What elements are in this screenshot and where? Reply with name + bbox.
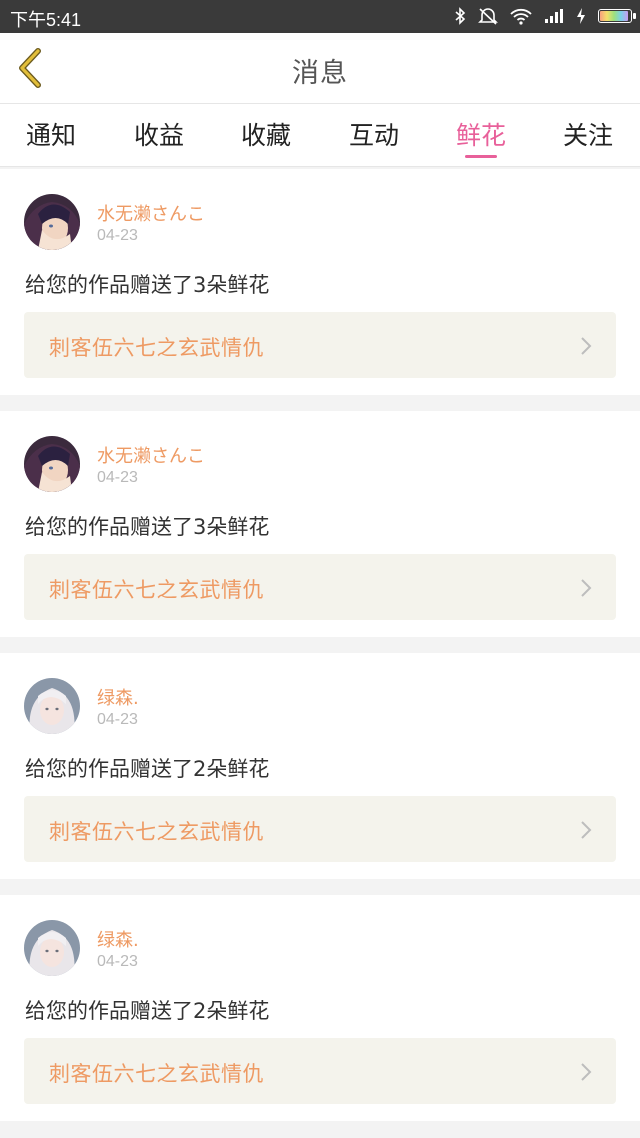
charging-icon xyxy=(577,8,585,24)
user-name[interactable]: 绿森. xyxy=(97,684,139,710)
page-title: 消息 xyxy=(292,58,348,89)
wifi-icon xyxy=(510,8,532,25)
work-title: 刺客伍六七之玄武情仇 xyxy=(49,1062,264,1086)
message-text: 给您的作品赠送了2朵鲜花 xyxy=(25,999,270,1023)
work-title: 刺客伍六七之玄武情仇 xyxy=(49,820,264,844)
message-text: 给您的作品赠送了2朵鲜花 xyxy=(25,757,270,781)
status-bar: 下午5:41 xyxy=(0,0,640,33)
status-icons xyxy=(454,6,636,26)
work-link[interactable]: 刺客伍六七之玄武情仇 xyxy=(24,1038,616,1104)
work-title: 刺客伍六七之玄武情仇 xyxy=(49,578,264,602)
tab-follows[interactable]: 关注 xyxy=(543,116,633,152)
message-card: 水无濑さんこ 04-23 给您的作品赠送了3朵鲜花 刺客伍六七之玄武情仇 xyxy=(0,411,640,637)
avatar[interactable] xyxy=(24,194,80,250)
tab-favorites[interactable]: 收藏 xyxy=(221,116,311,152)
nav-bar: 消息 xyxy=(0,33,640,103)
chevron-right-icon xyxy=(581,337,592,355)
chevron-right-icon xyxy=(581,1063,592,1081)
battery-icon xyxy=(598,9,636,23)
user-name[interactable]: 水无濑さんこ xyxy=(97,200,205,226)
work-link[interactable]: 刺客伍六七之玄武情仇 xyxy=(24,312,616,378)
mute-icon xyxy=(478,8,498,25)
tab-flowers[interactable]: 鲜花 xyxy=(436,116,526,158)
work-link[interactable]: 刺客伍六七之玄武情仇 xyxy=(24,796,616,862)
tab-notifications[interactable]: 通知 xyxy=(6,116,96,152)
avatar[interactable] xyxy=(24,678,80,734)
tab-earnings[interactable]: 收益 xyxy=(114,116,204,152)
chevron-right-icon xyxy=(581,579,592,597)
chevron-right-icon xyxy=(581,821,592,839)
message-card: 绿森. 04-23 给您的作品赠送了2朵鲜花 刺客伍六七之玄武情仇 xyxy=(0,895,640,1121)
message-date: 04-23 xyxy=(97,953,138,970)
message-card: 水无濑さんこ 04-23 给您的作品赠送了3朵鲜花 刺客伍六七之玄武情仇 xyxy=(0,169,640,395)
message-text: 给您的作品赠送了3朵鲜花 xyxy=(25,273,270,297)
user-name[interactable]: 绿森. xyxy=(97,926,139,952)
status-time: 下午5:41 xyxy=(10,10,82,30)
avatar[interactable] xyxy=(24,436,80,492)
message-text: 给您的作品赠送了3朵鲜花 xyxy=(25,515,270,539)
tab-bar: 通知 收益 收藏 互动 鲜花 关注 xyxy=(0,103,640,167)
work-title: 刺客伍六七之玄武情仇 xyxy=(49,336,264,360)
tab-flowers-label: 鲜花 xyxy=(455,121,506,150)
work-link[interactable]: 刺客伍六七之玄武情仇 xyxy=(24,554,616,620)
message-date: 04-23 xyxy=(97,227,138,244)
bluetooth-icon xyxy=(455,7,466,25)
tab-active-indicator xyxy=(465,155,497,158)
avatar[interactable] xyxy=(24,920,80,976)
message-date: 04-23 xyxy=(97,711,138,728)
message-card: 绿森. 04-23 给您的作品赠送了2朵鲜花 刺客伍六七之玄武情仇 xyxy=(0,653,640,879)
signal-icon xyxy=(545,9,563,23)
message-date: 04-23 xyxy=(97,469,138,486)
user-name[interactable]: 水无濑さんこ xyxy=(97,442,205,468)
tab-interactions[interactable]: 互动 xyxy=(329,116,419,152)
